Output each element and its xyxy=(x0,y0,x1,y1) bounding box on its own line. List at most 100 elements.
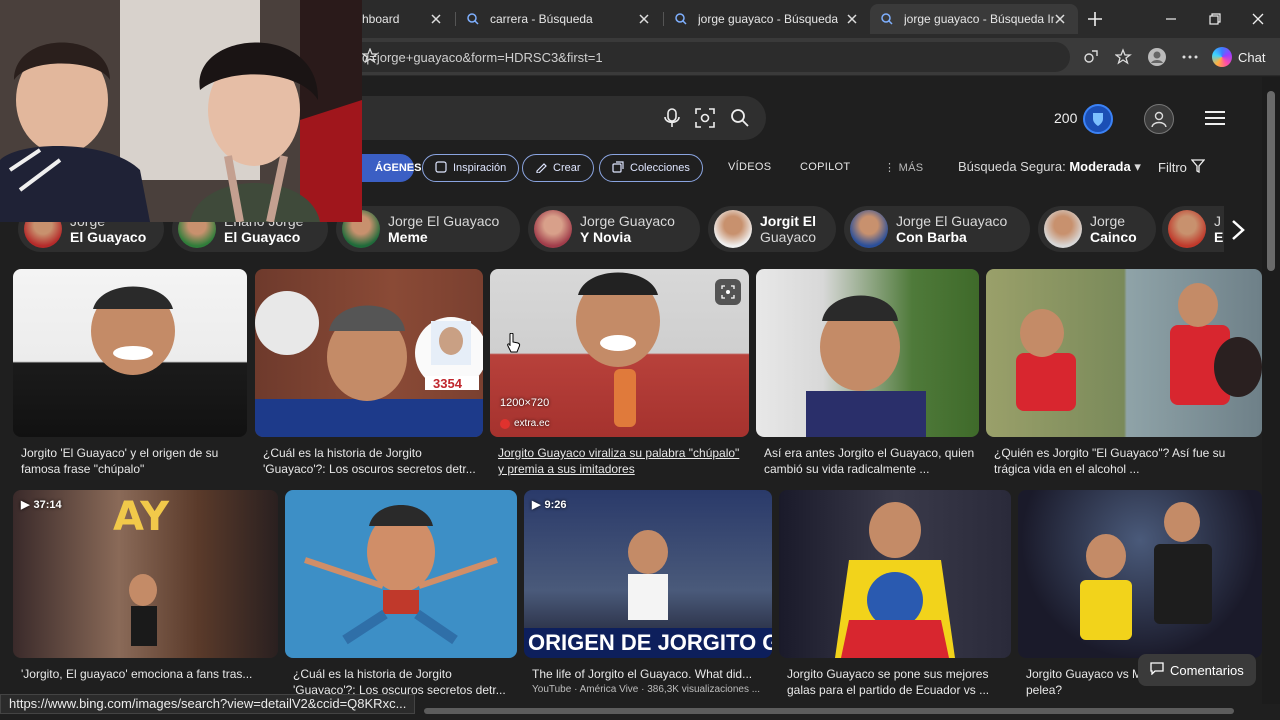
image-result[interactable]: Jorgito 'El Guayaco' y el origen de su f… xyxy=(13,269,247,481)
favorites-icon[interactable] xyxy=(1113,46,1135,68)
result-caption[interactable]: Jorgito 'El Guayaco' y el origen de su f… xyxy=(21,445,243,477)
related-chip[interactable]: Jorge Cainco xyxy=(1038,206,1156,252)
result-caption[interactable]: Jorgito Guayaco viraliza su palabra "chú… xyxy=(498,445,745,477)
result-thumbnail[interactable] xyxy=(779,490,1011,658)
search-icon xyxy=(466,12,480,26)
result-thumbnail[interactable]: 3354 xyxy=(255,269,483,437)
video-result[interactable]: ▶9:26 ORIGEN DE JORGITO GUAY The life of… xyxy=(524,490,772,700)
related-chip[interactable]: Jorge El Guayaco Con Barba xyxy=(844,206,1030,252)
tab-inspiracion[interactable]: Inspiración xyxy=(422,154,520,182)
result-caption[interactable]: ¿Quién es Jorgito "El Guayaco"? Así fue … xyxy=(994,445,1258,477)
copilot-chat-button[interactable]: Chat xyxy=(1212,44,1265,70)
chip-label: Jorge El Guayaco Meme xyxy=(388,213,499,245)
image-dimensions: 1200×720 xyxy=(500,397,550,409)
search-icon[interactable] xyxy=(728,106,752,130)
video-duration: ▶ 37:14 xyxy=(21,498,62,512)
favorite-star-icon[interactable] xyxy=(361,47,1062,67)
tab-crear[interactable]: Crear xyxy=(522,154,594,182)
more-options-icon[interactable] xyxy=(1179,46,1201,68)
close-icon[interactable] xyxy=(844,11,860,27)
restore-button[interactable] xyxy=(1204,8,1226,30)
image-result[interactable]: 3354 ¿Cuál es la historia de Jorgito 'Gu… xyxy=(255,269,483,481)
related-chip[interactable]: JE xyxy=(1162,206,1224,252)
tab-jorge-guayaco-images[interactable]: jorge guayaco - Búsqueda Imá xyxy=(870,4,1078,34)
thumbnail-overlay-text: 3354 xyxy=(433,376,462,391)
collections-icon xyxy=(612,160,624,176)
safesearch-dropdown[interactable]: Búsqueda Segura: Moderada ▾ xyxy=(958,159,1141,175)
svg-text:AY: AY xyxy=(113,494,170,540)
tab-label: Colecciones xyxy=(630,162,690,174)
image-result[interactable]: Jorgito Guayaco se pone sus mejores gala… xyxy=(779,490,1011,700)
source-badge[interactable]: extra.ec xyxy=(500,418,550,429)
duration-text: 37:14 xyxy=(33,498,62,511)
chip-thumbnail xyxy=(534,210,572,248)
close-window-button[interactable] xyxy=(1247,8,1269,30)
result-thumbnail[interactable] xyxy=(285,490,517,658)
scrollbar-thumb[interactable] xyxy=(424,708,1234,714)
related-chip[interactable]: Jorge El Guayaco Meme xyxy=(336,206,520,252)
profile-icon[interactable] xyxy=(1146,46,1168,68)
result-caption[interactable]: The life of Jorgito el Guayaco. What did… xyxy=(532,666,768,682)
visual-search-icon[interactable] xyxy=(693,106,717,130)
image-result[interactable]: Así era antes Jorgito el Guayaco, quien … xyxy=(756,269,979,481)
tab-title: jorge guayaco - Búsqueda Imá xyxy=(904,12,1054,26)
related-chip[interactable]: Jorge Guayaco Y Novia xyxy=(528,206,700,252)
chevron-down-icon: ▾ xyxy=(1134,159,1141,174)
extension-icon[interactable] xyxy=(1080,46,1102,68)
result-thumbnail[interactable] xyxy=(13,269,247,437)
feedback-label: Comentarios xyxy=(1170,662,1244,678)
tab-videos[interactable]: VÍDEOS xyxy=(728,161,771,173)
tab-title: jorge guayaco - Búsqueda xyxy=(698,12,839,26)
result-caption[interactable]: Así era antes Jorgito el Guayaco, quien … xyxy=(764,445,975,477)
search-icon xyxy=(674,12,688,26)
tab-copilot[interactable]: COPILOT xyxy=(800,161,850,173)
new-tab-button[interactable] xyxy=(1084,8,1106,30)
tab-carrera[interactable]: carrera - Búsqueda xyxy=(456,4,662,34)
result-caption[interactable]: 'Jorgito, El guayaco' emociona a fans tr… xyxy=(21,666,274,682)
filter-button[interactable]: Filtro xyxy=(1158,159,1206,176)
chip-thumbnail xyxy=(1044,210,1082,248)
chevron-right-icon[interactable] xyxy=(1224,216,1252,244)
address-bar[interactable]: q=jorge+guayaco&form=HDRSC3&first=1 xyxy=(300,42,1070,72)
video-meta: YouTube · América Vive · 386,3K visualiz… xyxy=(532,684,761,695)
close-icon[interactable] xyxy=(636,11,652,27)
tab-colecciones[interactable]: Colecciones xyxy=(599,154,703,182)
visual-search-icon[interactable] xyxy=(715,279,741,305)
menu-icon[interactable] xyxy=(1204,108,1226,128)
tab-dashboard[interactable]: hboard xyxy=(352,4,454,34)
chat-label: Chat xyxy=(1238,49,1266,65)
result-caption[interactable]: Jorgito Guayaco se pone sus mejores gala… xyxy=(787,666,1007,698)
duration-text: 9:26 xyxy=(544,498,567,511)
close-icon[interactable] xyxy=(428,11,444,27)
tab-label: Inspiración xyxy=(453,162,507,174)
mouse-cursor-icon xyxy=(507,332,521,360)
result-caption[interactable]: ¿Cuál es la historia de Jorgito 'Guayaco… xyxy=(263,445,479,477)
video-duration: ▶ 9:26 xyxy=(532,498,567,512)
chip-label: Jorge El Guayaco Con Barba xyxy=(896,213,1007,245)
video-result[interactable]: AY ▶ 37:14 'Jorgito, El guayaco' emociona… xyxy=(13,490,278,700)
result-thumbnail[interactable]: ▶9:26 ORIGEN DE JORGITO GUAY xyxy=(524,490,772,658)
result-thumbnail[interactable]: 1200×720 extra.ec xyxy=(490,269,749,437)
image-result-hovered[interactable]: 1200×720 extra.ec Jorgito Guayaco virali… xyxy=(490,269,749,481)
account-avatar[interactable] xyxy=(1144,104,1174,134)
result-thumbnail[interactable] xyxy=(756,269,979,437)
tab-more[interactable]: ⋮ MÁS xyxy=(884,161,923,174)
rewards-icon[interactable] xyxy=(1083,104,1113,134)
image-result[interactable]: ¿Quién es Jorgito "El Guayaco"? Así fue … xyxy=(986,269,1262,481)
close-icon[interactable] xyxy=(1052,11,1068,27)
chip-thumbnail xyxy=(850,210,888,248)
chip-label: JE xyxy=(1214,213,1223,245)
scrollbar-thumb[interactable] xyxy=(1267,91,1275,271)
chip-label: Jorge Cainco xyxy=(1090,213,1137,245)
result-thumbnail[interactable]: AY ▶ 37:14 xyxy=(13,490,278,658)
image-result[interactable]: ¿Cuál es la historia de Jorgito 'Guayaco… xyxy=(285,490,517,700)
result-thumbnail[interactable] xyxy=(986,269,1262,437)
microphone-icon[interactable] xyxy=(660,106,684,130)
minimize-button[interactable] xyxy=(1160,8,1182,30)
related-chip[interactable]: Jorgit El Guayaco xyxy=(708,206,836,252)
feedback-button[interactable]: Comentarios xyxy=(1138,654,1256,686)
result-thumbnail[interactable] xyxy=(1018,490,1262,658)
vertical-scrollbar[interactable] xyxy=(1262,77,1280,704)
search-input[interactable] xyxy=(300,96,766,140)
tab-jorge-guayaco[interactable]: jorge guayaco - Búsqueda xyxy=(664,4,870,34)
